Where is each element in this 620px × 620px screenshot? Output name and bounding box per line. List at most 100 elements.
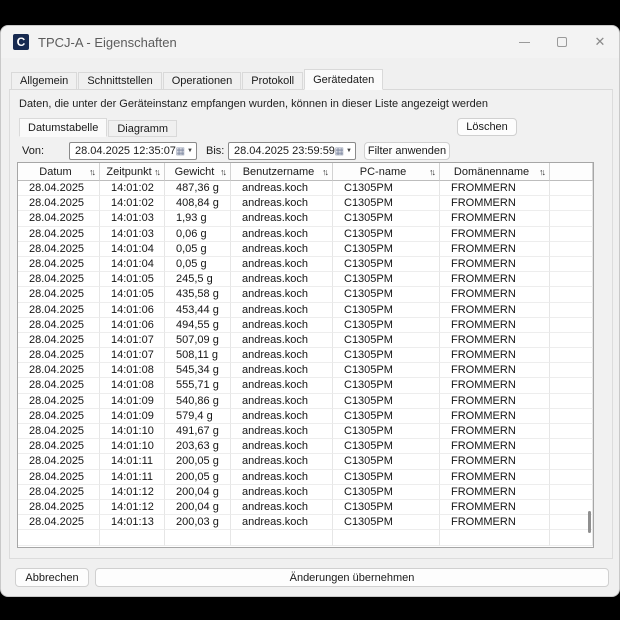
table-row[interactable]: 28.04.202514:01:040,05 gandreas.kochC130… [18, 242, 593, 257]
tab-schnittstellen[interactable]: Schnittstellen [78, 72, 161, 90]
table-row[interactable]: 28.04.202514:01:031,93 gandreas.kochC130… [18, 211, 593, 226]
apply-filter-button[interactable]: Filter anwenden [364, 142, 450, 160]
cell: 435,58 g [165, 287, 231, 302]
table-row[interactable]: 28.04.202514:01:06494,55 gandreas.kochC1… [18, 318, 593, 333]
table-row[interactable]: 28.04.202514:01:02487,36 gandreas.kochC1… [18, 181, 593, 196]
cell: C1305PM [333, 196, 440, 211]
table-row[interactable]: 28.04.202514:01:030,06 gandreas.kochC130… [18, 227, 593, 242]
tab-protokoll[interactable]: Protokoll [242, 72, 303, 90]
sort-icon[interactable]: ↑↓ [539, 167, 547, 177]
cell: 14:01:03 [100, 211, 165, 226]
table-row[interactable]: 28.04.202514:01:11200,05 gandreas.kochC1… [18, 470, 593, 485]
cell: 14:01:08 [100, 363, 165, 378]
cell: 28.04.2025 [18, 303, 100, 318]
screen: { "window": { "title": "TPCJ-A - Eigensc… [0, 0, 620, 620]
column-label: Gewicht [169, 166, 220, 178]
cell: 507,09 g [165, 333, 231, 348]
apply-changes-button[interactable]: Änderungen übernehmen [95, 568, 609, 587]
cell-filler [550, 439, 593, 454]
cell: 200,05 g [165, 470, 231, 485]
column-header-6[interactable]: Domänenname↑↓ [440, 163, 550, 181]
subtab-diagramm[interactable]: Diagramm [108, 120, 177, 137]
calendar-icon[interactable]: ▦ [176, 146, 185, 157]
cell: 28.04.2025 [18, 333, 100, 348]
calendar-icon[interactable]: ▦ [335, 146, 344, 157]
table-row[interactable]: 28.04.202514:01:040,05 gandreas.kochC130… [18, 257, 593, 272]
cell: FROMMERN [440, 333, 550, 348]
cell-filler [550, 500, 593, 515]
chevron-down-icon[interactable]: ▼ [346, 148, 352, 154]
cell: andreas.koch [231, 303, 333, 318]
titlebar[interactable]: C TPCJ-A - Eigenschaften ✕ [1, 26, 619, 58]
cell: FROMMERN [440, 303, 550, 318]
sort-icon[interactable]: ↑↓ [322, 167, 330, 177]
sort-icon[interactable]: ↑↓ [429, 167, 437, 177]
tab-geraetedaten[interactable]: Gerätedaten [304, 69, 383, 90]
cell: C1305PM [333, 363, 440, 378]
filter-row: Von: 28.04.2025 12:35:07 ▦ ▼ Bis: 28.04.… [10, 141, 612, 161]
column-header-5[interactable]: PC-name↑↓ [333, 163, 440, 181]
cell: 28.04.2025 [18, 348, 100, 363]
cell: FROMMERN [440, 424, 550, 439]
table-row[interactable]: 28.04.202514:01:12200,04 gandreas.kochC1… [18, 485, 593, 500]
subtab-datumstabelle[interactable]: Datumstabelle [19, 118, 107, 137]
column-header-2[interactable]: Zeitpunkt↑↓ [100, 163, 165, 181]
sort-icon[interactable]: ↑↓ [154, 167, 162, 177]
cell: C1305PM [333, 303, 440, 318]
table-row[interactable]: 28.04.202514:01:08555,71 gandreas.kochC1… [18, 378, 593, 393]
table-row[interactable]: 28.04.202514:01:05245,5 gandreas.kochC13… [18, 272, 593, 287]
main-tab-strip: AllgemeinSchnittstellenOperationenProtok… [11, 69, 611, 90]
table-row[interactable] [18, 530, 593, 545]
cell: andreas.koch [231, 348, 333, 363]
table-row[interactable]: 28.04.202514:01:09540,86 gandreas.kochC1… [18, 394, 593, 409]
close-button[interactable]: ✕ [581, 26, 619, 58]
column-header-1[interactable]: Datum↑↓ [18, 163, 100, 181]
cell [231, 530, 333, 545]
column-label: Domänenname [444, 166, 539, 178]
cell: FROMMERN [440, 257, 550, 272]
cell: 555,71 g [165, 378, 231, 393]
table-row[interactable]: 28.04.202514:01:07507,09 gandreas.kochC1… [18, 333, 593, 348]
cancel-button[interactable]: Abbrechen [15, 568, 89, 587]
cell: C1305PM [333, 409, 440, 424]
tab-allgemein[interactable]: Allgemein [11, 72, 77, 90]
minimize-button[interactable] [505, 26, 543, 58]
table-row[interactable]: 28.04.202514:01:07508,11 gandreas.kochC1… [18, 348, 593, 363]
cell: andreas.koch [231, 227, 333, 242]
column-header-3[interactable]: Gewicht↑↓ [165, 163, 231, 181]
table-row[interactable]: 28.04.202514:01:13200,03 gandreas.kochC1… [18, 515, 593, 530]
delete-button[interactable]: Löschen [457, 118, 517, 136]
tab-operationen[interactable]: Operationen [163, 72, 242, 90]
cell: 28.04.2025 [18, 211, 100, 226]
sort-icon[interactable]: ↑↓ [220, 167, 228, 177]
maximize-button[interactable] [543, 26, 581, 58]
cell: andreas.koch [231, 470, 333, 485]
vertical-scrollbar[interactable] [588, 511, 591, 533]
chevron-down-icon[interactable]: ▼ [187, 148, 193, 154]
from-date-value: 28.04.2025 12:35:07 [75, 145, 176, 157]
table-row[interactable]: 28.04.202514:01:05435,58 gandreas.kochC1… [18, 287, 593, 302]
cell: 0,06 g [165, 227, 231, 242]
column-header-4[interactable]: Benutzername↑↓ [231, 163, 333, 181]
geraetedaten-tab-page: Daten, die unter der Geräteinstanz empfa… [9, 89, 613, 559]
table-row[interactable]: 28.04.202514:01:08545,34 gandreas.kochC1… [18, 363, 593, 378]
cell: FROMMERN [440, 454, 550, 469]
table-row[interactable]: 28.04.202514:01:12200,04 gandreas.kochC1… [18, 500, 593, 515]
table-row[interactable]: 28.04.202514:01:09579,4 gandreas.kochC13… [18, 409, 593, 424]
table-row[interactable]: 28.04.202514:01:06453,44 gandreas.kochC1… [18, 303, 593, 318]
cell: andreas.koch [231, 242, 333, 257]
sort-icon[interactable]: ↑↓ [89, 167, 97, 177]
from-date-input[interactable]: 28.04.2025 12:35:07 ▦ ▼ [69, 142, 197, 160]
table-row[interactable]: 28.04.202514:01:11200,05 gandreas.kochC1… [18, 454, 593, 469]
to-date-input[interactable]: 28.04.2025 23:59:59 ▦ ▼ [228, 142, 356, 160]
table-row[interactable]: 28.04.202514:01:02408,84 gandreas.kochC1… [18, 196, 593, 211]
table-row[interactable]: 28.04.202514:01:10491,67 gandreas.kochC1… [18, 424, 593, 439]
window-controls: ✕ [505, 26, 619, 58]
cell: andreas.koch [231, 454, 333, 469]
cell: 28.04.2025 [18, 287, 100, 302]
cell: FROMMERN [440, 242, 550, 257]
column-header-filler [550, 163, 593, 181]
cell: FROMMERN [440, 515, 550, 530]
table-row[interactable]: 28.04.202514:01:10203,63 gandreas.kochC1… [18, 439, 593, 454]
cell: 14:01:02 [100, 196, 165, 211]
